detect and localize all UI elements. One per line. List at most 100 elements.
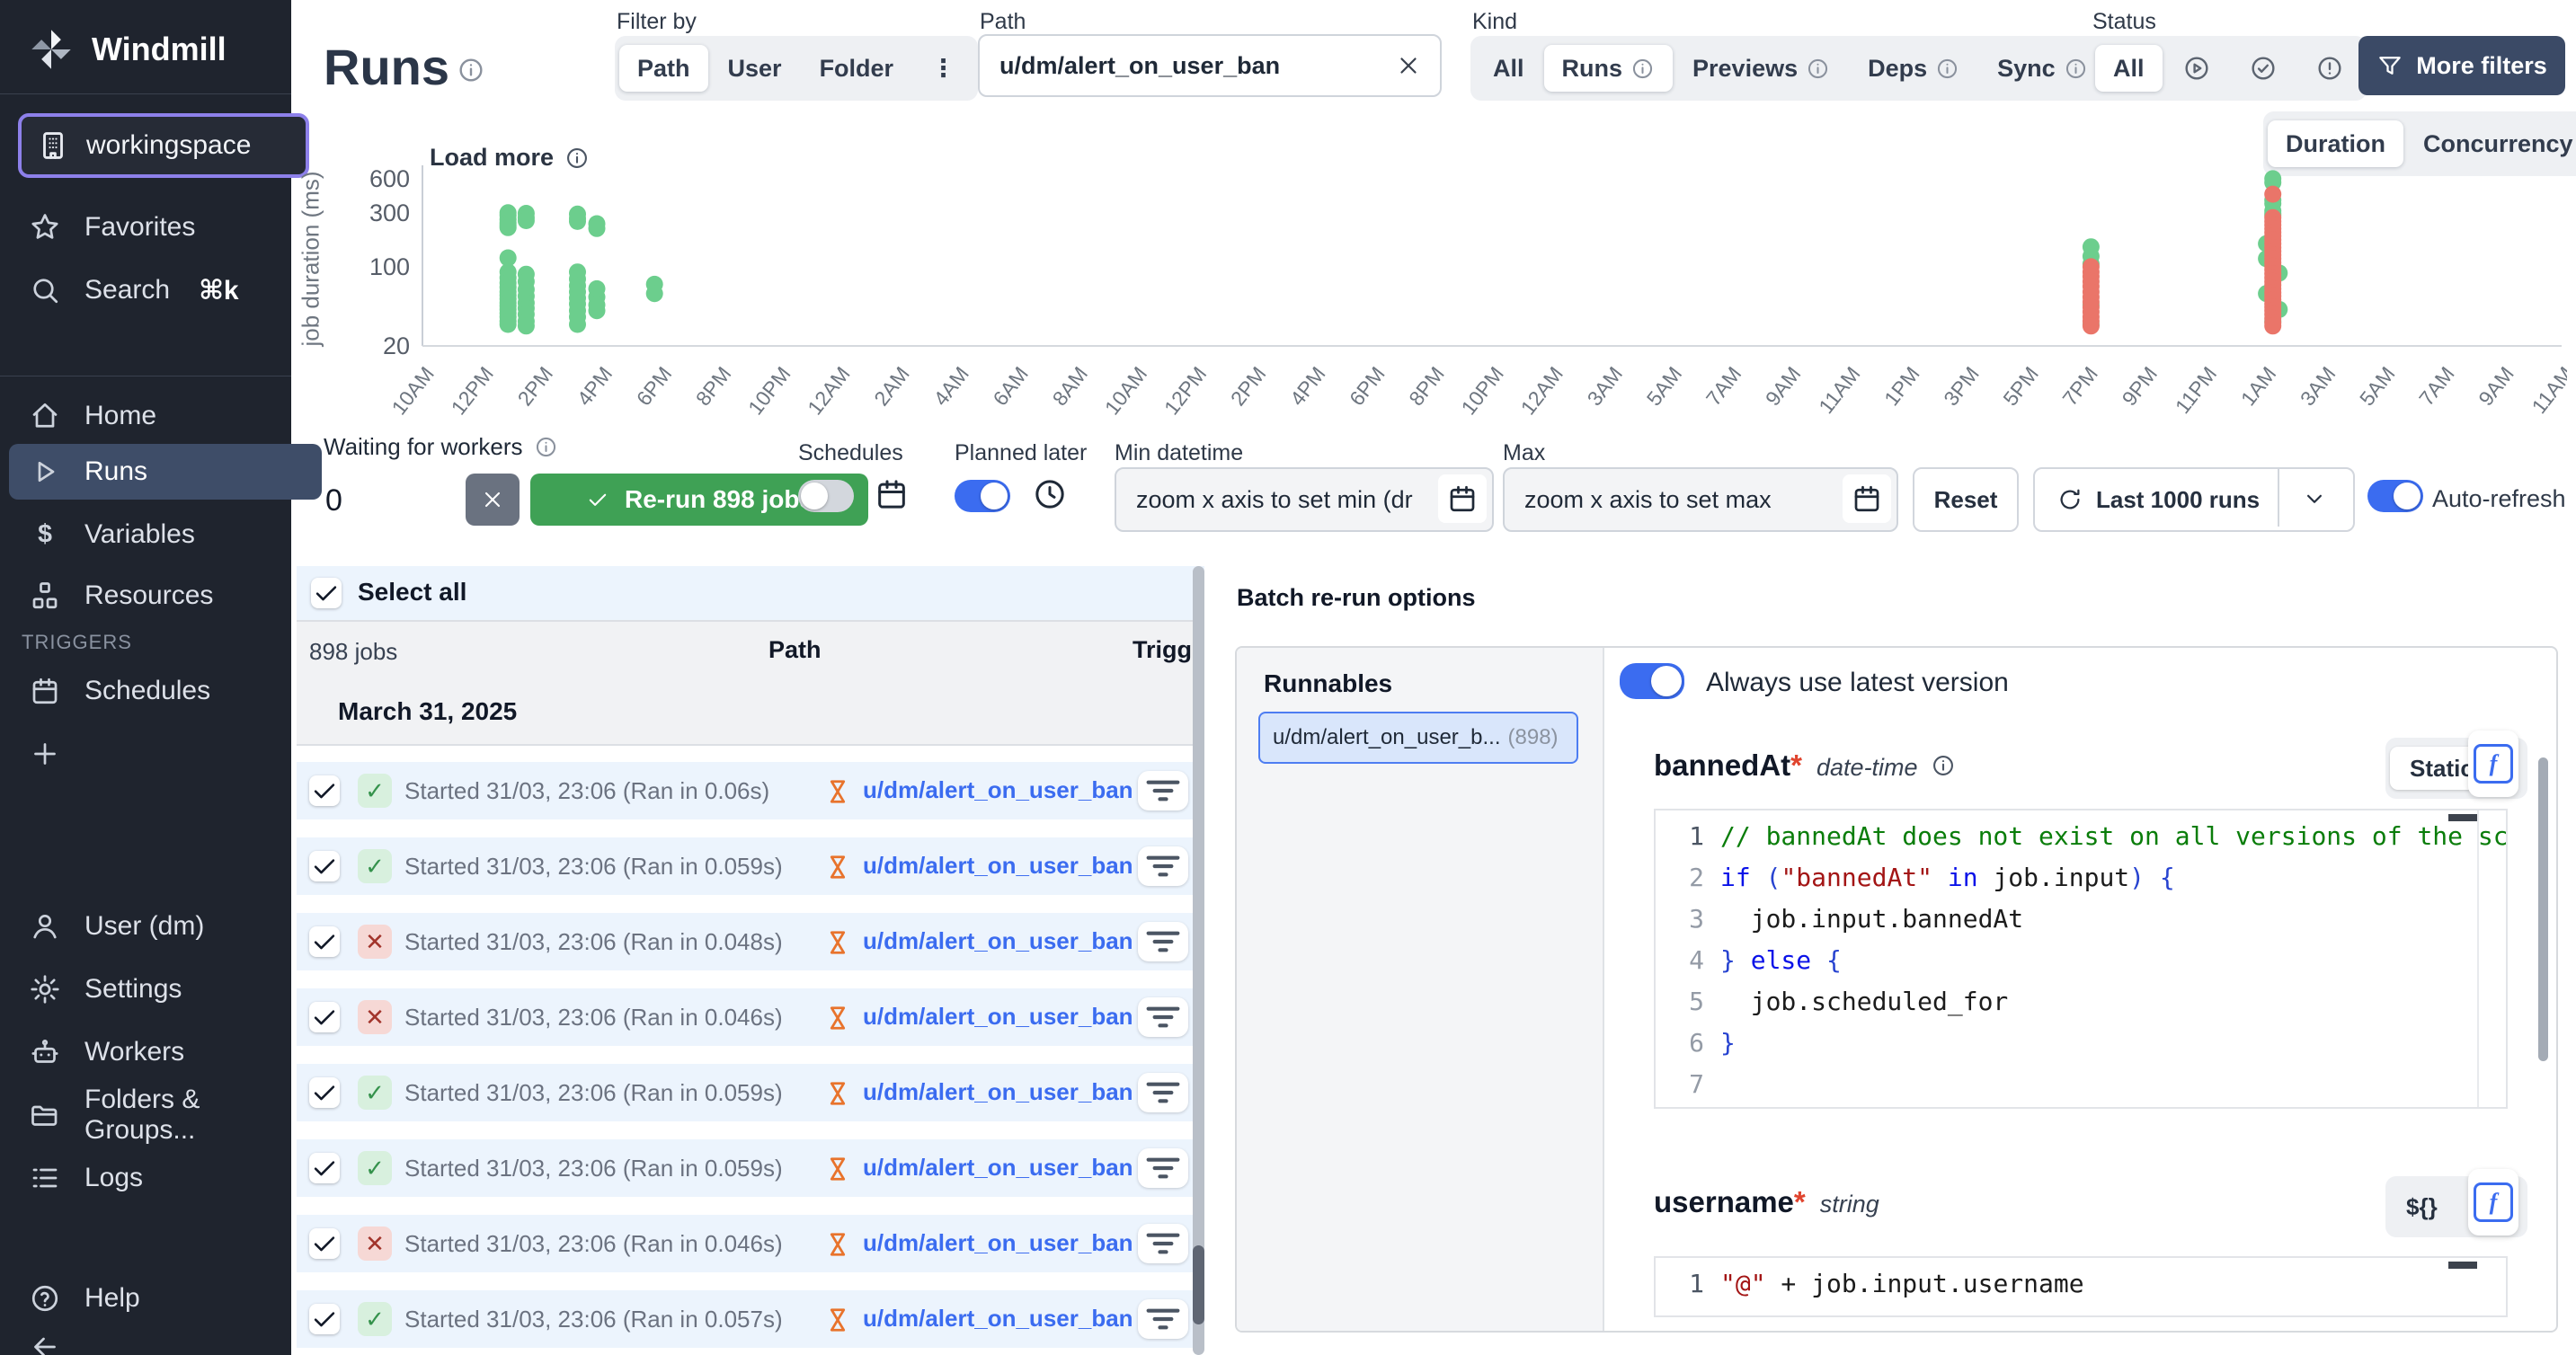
row-checkbox[interactable]: [309, 1002, 340, 1032]
row-started-label: Started 31/03, 23:06 (Ran in 0.046s): [404, 1004, 783, 1032]
row-checkbox[interactable]: [309, 775, 340, 806]
sidebar-item-logs[interactable]: Logs: [9, 1150, 322, 1206]
sidebar-item-user[interactable]: User (dm): [9, 899, 322, 954]
select-all-checkbox[interactable]: [311, 578, 342, 608]
option-label: User: [728, 55, 782, 83]
code-line: 7: [1656, 1064, 2506, 1105]
filter-by-option-folder[interactable]: Folder: [802, 45, 912, 92]
row-checkbox[interactable]: [309, 1228, 340, 1259]
kind-option-previews[interactable]: Previews: [1674, 45, 1848, 92]
sidebar-add-button[interactable]: [9, 726, 322, 782]
kind-option-all[interactable]: All: [1475, 45, 1542, 92]
sidebar-item-home[interactable]: Home: [9, 388, 322, 444]
kind-option-deps[interactable]: Deps: [1850, 45, 1977, 92]
duration-scatter-chart[interactable]: 6003001002010AM12PM2PM4PM6PM8PM10PM12AM2…: [306, 133, 2567, 422]
row-path-link[interactable]: u/dm/alert_on_user_ban: [863, 1078, 1133, 1106]
row-checkbox[interactable]: [309, 1077, 340, 1108]
collapse-sidebar-button[interactable]: [9, 1319, 322, 1355]
always-latest-toggle[interactable]: [1620, 663, 1684, 699]
row-filter-button[interactable]: [1138, 922, 1188, 961]
status-option-check-circle[interactable]: [2231, 45, 2296, 92]
run-row[interactable]: ✓ Started 31/03, 23:06 (Ran in 0.06s) u/…: [297, 762, 1204, 819]
sidebar-item-variables[interactable]: $ Variables: [9, 507, 322, 562]
info-icon[interactable]: [457, 56, 485, 84]
path-column-header[interactable]: Path: [768, 636, 822, 664]
row-checkbox[interactable]: [309, 1153, 340, 1183]
auto-refresh-toggle[interactable]: [2367, 480, 2423, 512]
row-path-link[interactable]: u/dm/alert_on_user_ban: [863, 852, 1133, 880]
schedules-toggle[interactable]: [798, 480, 854, 512]
status-option-all[interactable]: All: [2095, 45, 2163, 92]
kind-option-sync[interactable]: Sync: [1979, 45, 2106, 92]
panel-scrollbar-thumb[interactable]: [2538, 757, 2548, 1061]
chevron-down-icon[interactable]: [2301, 485, 2328, 512]
username-code-editor[interactable]: 1"@" + job.input.username: [1654, 1256, 2508, 1317]
row-path-link[interactable]: u/dm/alert_on_user_ban: [863, 1305, 1133, 1333]
mode-template-button[interactable]: ${}: [2390, 1193, 2454, 1221]
run-row[interactable]: ✕ Started 31/03, 23:06 (Ran in 0.046s) u…: [297, 988, 1204, 1046]
list-scrollbar-track[interactable]: [1193, 566, 1204, 1355]
max-datetime-input[interactable]: [1505, 486, 1896, 514]
run-list-panel: Select all 898 jobs Path Trigger March 3…: [297, 566, 1204, 1355]
run-row[interactable]: ✕ Started 31/03, 23:06 (Ran in 0.046s) u…: [297, 1215, 1204, 1272]
workspace-selector[interactable]: workingspace: [18, 113, 309, 178]
filter-by-option-path[interactable]: Path: [619, 45, 708, 92]
row-checkbox[interactable]: [309, 1304, 340, 1334]
info-icon[interactable]: [1931, 753, 1956, 778]
javascript-mode-button[interactable]: f: [2468, 731, 2518, 797]
planned-later-toggle[interactable]: [955, 480, 1010, 512]
filter-by-label: Filter by: [617, 9, 697, 35]
kind-option-runs[interactable]: Runs: [1544, 45, 1674, 92]
row-checkbox[interactable]: [309, 851, 340, 881]
row-filter-button[interactable]: [1138, 1148, 1188, 1188]
run-row[interactable]: ✕ Started 31/03, 23:06 (Ran in 0.048s) u…: [297, 913, 1204, 970]
clock-icon[interactable]: [1032, 476, 1068, 512]
row-path-link[interactable]: u/dm/alert_on_user_ban: [863, 1003, 1133, 1031]
sidebar-item-search[interactable]: Search ⌘k: [9, 262, 322, 318]
app-logo[interactable]: Windmill: [25, 23, 227, 75]
run-row[interactable]: ✓ Started 31/03, 23:06 (Ran in 0.059s) u…: [297, 1064, 1204, 1121]
gear-icon: [29, 973, 61, 1005]
row-filter-button[interactable]: [1138, 1224, 1188, 1263]
sidebar-item-resources[interactable]: Resources: [9, 568, 322, 624]
clear-path-icon[interactable]: [1395, 52, 1422, 79]
svg-text:300: 300: [369, 199, 410, 226]
row-filter-button[interactable]: [1138, 997, 1188, 1037]
path-filter-input[interactable]: [980, 52, 1377, 80]
sidebar-item-runs[interactable]: Runs: [9, 444, 322, 500]
reset-button[interactable]: Reset: [1913, 467, 2019, 532]
sidebar-item-favorites[interactable]: Favorites: [9, 199, 322, 255]
row-path-link[interactable]: u/dm/alert_on_user_ban: [863, 776, 1133, 804]
row-checkbox[interactable]: [309, 926, 340, 957]
sidebar-item-workers[interactable]: Workers: [9, 1024, 322, 1080]
clear-selection-button[interactable]: [466, 474, 520, 526]
more-filters-button[interactable]: More filters: [2358, 36, 2565, 95]
status-option-alert-circle[interactable]: [2297, 45, 2362, 92]
run-row[interactable]: ✓ Started 31/03, 23:06 (Ran in 0.059s) u…: [297, 1139, 1204, 1197]
run-row[interactable]: ✓ Started 31/03, 23:06 (Ran in 0.059s) u…: [297, 837, 1204, 895]
runnable-item[interactable]: u/dm/alert_on_user_b... (898): [1258, 712, 1578, 764]
list-scrollbar-thumb[interactable]: [1193, 1245, 1204, 1324]
sidebar-item-schedules[interactable]: Schedules: [9, 663, 322, 719]
bannedat-code-editor[interactable]: 1// bannedAt does not exist on all versi…: [1654, 809, 2508, 1109]
min-datetime-input[interactable]: [1116, 486, 1492, 514]
row-path-link[interactable]: u/dm/alert_on_user_ban: [863, 1229, 1133, 1257]
max-datetime-calendar-button[interactable]: [1843, 474, 1891, 523]
row-path-link[interactable]: u/dm/alert_on_user_ban: [863, 927, 1133, 955]
status-option-play-circle[interactable]: [2164, 45, 2229, 92]
run-row[interactable]: ✓ Started 31/03, 23:06 (Ran in 0.057s) u…: [297, 1290, 1204, 1348]
row-filter-button[interactable]: [1138, 846, 1188, 886]
sidebar-item-help[interactable]: Help: [9, 1271, 322, 1326]
last-runs-button[interactable]: Last 1000 runs: [2033, 467, 2355, 532]
filter-by-option-item[interactable]: ⋮: [913, 45, 973, 92]
sidebar-item-settings[interactable]: Settings: [9, 961, 322, 1017]
row-filter-button[interactable]: [1138, 771, 1188, 810]
row-filter-button[interactable]: [1138, 1299, 1188, 1339]
row-filter-button[interactable]: [1138, 1073, 1188, 1112]
calendar-icon[interactable]: [874, 476, 910, 512]
filter-by-option-user[interactable]: User: [710, 45, 800, 92]
row-path-link[interactable]: u/dm/alert_on_user_ban: [863, 1154, 1133, 1182]
sidebar-item-folders[interactable]: Folders & Groups...: [9, 1087, 322, 1143]
javascript-mode-button[interactable]: f: [2468, 1169, 2518, 1235]
min-datetime-calendar-button[interactable]: [1438, 474, 1487, 523]
